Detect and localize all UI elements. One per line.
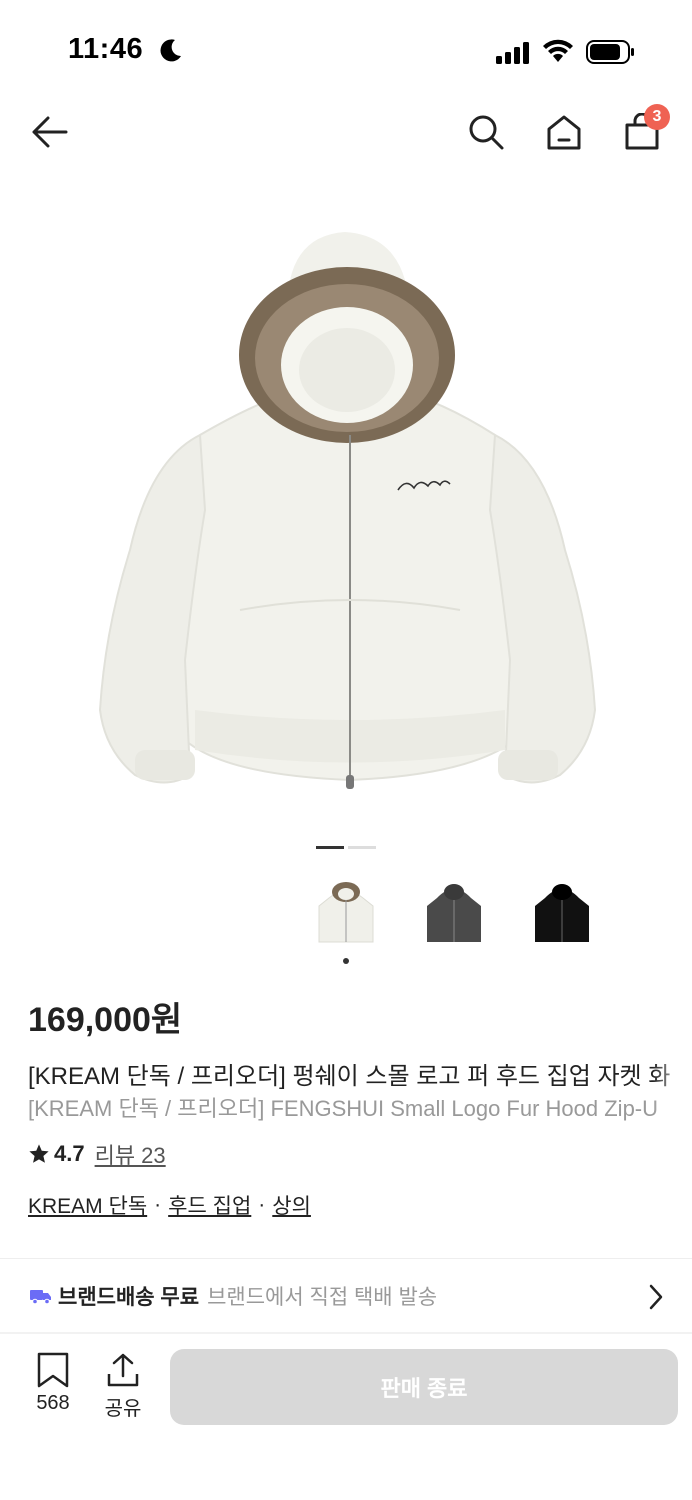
category-link-tops[interactable]: 상의 (272, 1190, 311, 1220)
share-icon (107, 1353, 139, 1387)
pager-dot-active (316, 846, 344, 849)
cart-button[interactable]: 3 (618, 104, 670, 156)
chevron-right-icon (649, 1284, 663, 1310)
share-label: 공유 (104, 1398, 142, 1420)
pager-dot (348, 846, 376, 849)
bookmark-icon (37, 1352, 69, 1388)
fur-hood-zip-jacket-image (98, 232, 597, 789)
title-fade-overlay (652, 1050, 692, 1130)
divider (0, 1332, 692, 1334)
bookmark-button[interactable]: 568 (28, 1352, 78, 1415)
back-button[interactable] (26, 108, 74, 156)
product-title-korean: [KREAM 단독 / 프리오더] 펑쉐이 스몰 로고 퍼 후드 집업 자켓 화 (28, 1063, 671, 1090)
status-time: 11:46 (68, 33, 144, 65)
arrow-left-icon (32, 116, 68, 148)
product-title-english: [KREAM 단독 / 프리오더] FENGSHUI Small Logo Fu… (28, 1096, 659, 1121)
cart-count-badge: 3 (644, 104, 670, 130)
shipping-sub-text: 브랜드에서 직접 택배 발송 (207, 1286, 438, 1309)
product-image[interactable] (0, 190, 692, 830)
shipping-main-text: 브랜드배송 무료 (58, 1286, 200, 1309)
black-hood-thumb[interactable] (522, 872, 602, 952)
sold-out-button[interactable]: 판매 종료 (170, 1349, 678, 1425)
selected-thumb-indicator (343, 958, 349, 964)
bottom-action-bar: 568 공유 판매 종료 (0, 1340, 692, 1440)
divider (0, 1258, 692, 1259)
share-button[interactable]: 공유 (100, 1352, 146, 1421)
search-icon (469, 115, 504, 150)
home-icon (547, 115, 581, 150)
star-icon (29, 1144, 49, 1163)
image-pager (316, 846, 376, 850)
rating-row: 4.7 리뷰 23 (28, 1138, 166, 1170)
wifi-icon (543, 39, 573, 62)
category-link-hood-zipup[interactable]: 후드 집업 (168, 1190, 251, 1220)
review-count-link[interactable]: 리뷰 23 (95, 1138, 166, 1170)
rating-value: 4.7 (54, 1141, 85, 1166)
battery-icon (586, 40, 634, 64)
home-button[interactable] (540, 108, 588, 156)
search-button[interactable] (462, 108, 510, 156)
moon-icon (160, 39, 181, 62)
bookmark-count: 568 (36, 1392, 70, 1414)
ivory-fur-hood-thumb[interactable] (306, 872, 386, 952)
shipping-info-row[interactable]: 브랜드배송 무료 브랜드에서 직접 택배 발송 (0, 1262, 692, 1330)
category-separator: · (154, 1193, 162, 1216)
cellular-signal-icon (496, 42, 529, 64)
category-links: KREAM 단독 · 후드 집업 · 상의 (28, 1190, 311, 1220)
charcoal-hood-thumb[interactable] (414, 872, 494, 952)
category-separator: · (258, 1193, 266, 1216)
category-link-kream-exclusive[interactable]: KREAM 단독 (28, 1190, 147, 1220)
top-navigation: 3 (0, 100, 692, 166)
truck-icon (30, 1290, 51, 1304)
color-thumbnails (306, 872, 602, 952)
product-price: 169,000원 (28, 1001, 183, 1039)
status-bar: 11:46 (0, 0, 692, 100)
